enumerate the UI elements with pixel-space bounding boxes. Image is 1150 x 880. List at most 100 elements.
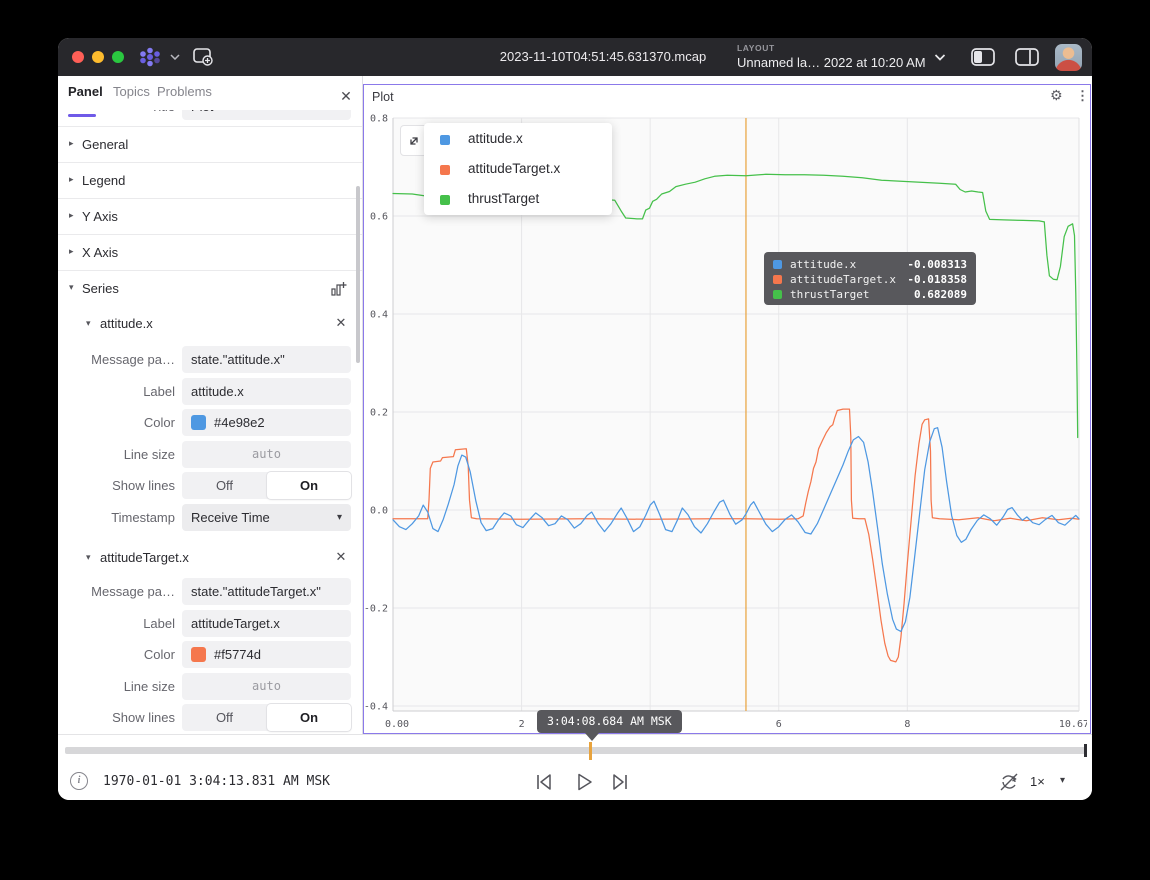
- sidebar-scrollbar[interactable]: [356, 186, 360, 363]
- series-header-attitude-target-x[interactable]: ▾ attitudeTarget.x ✕: [58, 541, 362, 575]
- chevron-right-icon: ▸: [69, 246, 74, 257]
- svg-text:-0.4: -0.4: [365, 702, 388, 713]
- svg-text:0.00: 0.00: [385, 719, 409, 730]
- layout-chevron-icon[interactable]: [934, 54, 946, 61]
- tooltip-row: thrustTarget 0.682089: [773, 288, 967, 302]
- layout-eyebrow: LAYOUT: [737, 43, 937, 53]
- field-row-timestamp: Timestamp Receive Time ▾: [58, 504, 362, 531]
- series-color-swatch: [773, 260, 782, 269]
- show-lines-on-button[interactable]: On: [267, 704, 351, 731]
- tab-topics[interactable]: Topics: [113, 84, 150, 99]
- series-color-swatch: [440, 165, 450, 175]
- section-series[interactable]: ▾ Series: [58, 270, 362, 306]
- remove-series-icon[interactable]: ✕: [332, 548, 350, 566]
- line-size-input[interactable]: auto: [182, 673, 351, 700]
- color-swatch[interactable]: [191, 647, 206, 662]
- info-icon[interactable]: i: [70, 772, 88, 790]
- current-timestamp: 1970-01-01 3:04:13.831 AM MSK: [103, 774, 330, 789]
- add-panel-icon[interactable]: [192, 47, 214, 67]
- show-lines-off-button[interactable]: Off: [182, 704, 267, 731]
- series-header-attitude-x[interactable]: ▾ attitude.x ✕: [58, 307, 362, 341]
- section-general[interactable]: ▸ General: [58, 126, 362, 162]
- svg-text:0.0: 0.0: [370, 506, 388, 517]
- seek-hover-marker: [589, 742, 592, 760]
- svg-text:10.67: 10.67: [1059, 719, 1087, 730]
- series-color-swatch: [440, 195, 450, 205]
- field-row-line-size: Line size auto: [58, 673, 362, 700]
- app-menu-chevron-icon[interactable]: [170, 54, 180, 60]
- section-x-axis[interactable]: ▸ X Axis: [58, 234, 362, 270]
- svg-text:0.8: 0.8: [370, 114, 388, 125]
- show-lines-toggle: Off On: [182, 472, 351, 499]
- plot-panel[interactable]: Plot ⚙ ⋮ 0.80.60.40.20.0-0.2-0.40.002468…: [363, 84, 1091, 734]
- section-y-axis[interactable]: ▸ Y Axis: [58, 198, 362, 234]
- loop-off-icon[interactable]: [996, 770, 1022, 794]
- playback-speed[interactable]: 1×: [1030, 774, 1045, 789]
- seek-playhead-marker[interactable]: [1084, 744, 1087, 757]
- seek-hover-time-tooltip: 3:04:08.684 AM MSK: [537, 710, 682, 733]
- legend-item[interactable]: attitude.x: [424, 124, 612, 154]
- add-series-icon[interactable]: [330, 280, 348, 298]
- chevron-down-icon: ▾: [337, 504, 342, 531]
- show-lines-on-button[interactable]: On: [267, 472, 351, 499]
- svg-text:0.2: 0.2: [370, 408, 388, 419]
- toggle-right-sidebar-icon[interactable]: [1014, 47, 1040, 67]
- seek-bar[interactable]: [65, 747, 1087, 754]
- field-row-color: Color #4e98e2: [58, 409, 362, 436]
- kebab-menu-icon[interactable]: ⋮: [1076, 88, 1089, 104]
- chevron-right-icon: ▸: [69, 174, 74, 185]
- maximize-window-button[interactable]: [112, 51, 124, 63]
- seek-end-button[interactable]: [608, 770, 632, 794]
- show-lines-toggle: Off On: [182, 704, 351, 731]
- hover-values-tooltip: attitude.x -0.008313 attitudeTarget.x -0…: [764, 252, 976, 305]
- section-legend[interactable]: ▸ Legend: [58, 162, 362, 198]
- close-window-button[interactable]: [72, 51, 84, 63]
- message-path-input[interactable]: state."attitude.x": [182, 346, 351, 373]
- legend-item[interactable]: thrustTarget: [424, 184, 612, 214]
- svg-text:0.4: 0.4: [370, 310, 388, 321]
- message-path-input[interactable]: state."attitudeTarget.x": [182, 578, 351, 605]
- play-button[interactable]: [572, 770, 596, 794]
- tab-panel[interactable]: Panel: [68, 84, 103, 99]
- show-lines-off-button[interactable]: Off: [182, 472, 267, 499]
- line-size-input[interactable]: auto: [182, 441, 351, 468]
- color-input[interactable]: #4e98e2: [182, 409, 351, 436]
- color-input[interactable]: #f5774d: [182, 641, 351, 668]
- minimize-window-button[interactable]: [92, 51, 104, 63]
- chevron-right-icon: ▸: [69, 138, 74, 149]
- field-row-color: Color #f5774d: [58, 641, 362, 668]
- label-input[interactable]: attitude.x: [182, 378, 351, 405]
- tab-problems[interactable]: Problems: [157, 84, 212, 99]
- field-row-message-path: Message pa… state."attitude.x": [58, 346, 362, 373]
- color-swatch[interactable]: [191, 415, 206, 430]
- remove-series-icon[interactable]: ✕: [332, 314, 350, 332]
- label-input[interactable]: attitudeTarget.x: [182, 610, 351, 637]
- series-color-swatch: [440, 135, 450, 145]
- title-field-input[interactable]: Plot: [182, 110, 351, 120]
- field-row-show-lines: Show lines Off On: [58, 472, 362, 499]
- legend-item[interactable]: attitudeTarget.x: [424, 154, 612, 184]
- chevron-down-icon[interactable]: ▾: [1060, 775, 1065, 786]
- tooltip-row: attitudeTarget.x -0.018358: [773, 273, 967, 287]
- svg-text:2: 2: [519, 719, 525, 730]
- app-window: 2023-11-10T04:51:45.631370.mcap LAYOUT U…: [58, 38, 1092, 800]
- window-title: 2023-11-10T04:51:45.631370.mcap: [438, 38, 768, 76]
- field-row-label: Label attitude.x: [58, 378, 362, 405]
- timestamp-select[interactable]: Receive Time ▾: [182, 504, 351, 531]
- close-sidebar-icon[interactable]: ✕: [336, 86, 356, 106]
- layout-menu[interactable]: LAYOUT Unnamed la… 2022 at 10:20 AM: [737, 43, 937, 70]
- gear-icon[interactable]: ⚙: [1050, 88, 1063, 104]
- titlebar: 2023-11-10T04:51:45.631370.mcap LAYOUT U…: [58, 38, 1092, 76]
- tooltip-caret: [585, 733, 599, 741]
- field-row-message-path: Message pa… state."attitudeTarget.x": [58, 578, 362, 605]
- foxglove-logo-icon[interactable]: [138, 46, 162, 68]
- user-avatar[interactable]: [1055, 44, 1082, 71]
- chevron-right-icon: ▸: [69, 210, 74, 221]
- seek-start-button[interactable]: [532, 770, 556, 794]
- layout-name: Unnamed la… 2022 at 10:20 AM: [737, 55, 937, 70]
- svg-text:0.6: 0.6: [370, 212, 388, 223]
- toggle-left-sidebar-icon[interactable]: [970, 47, 996, 67]
- playback-bar: i 1970-01-01 3:04:13.831 AM MSK 1× ▾: [58, 734, 1092, 800]
- field-row-show-lines: Show lines Off On: [58, 704, 362, 731]
- screen-background: 2023-11-10T04:51:45.631370.mcap LAYOUT U…: [0, 0, 1150, 880]
